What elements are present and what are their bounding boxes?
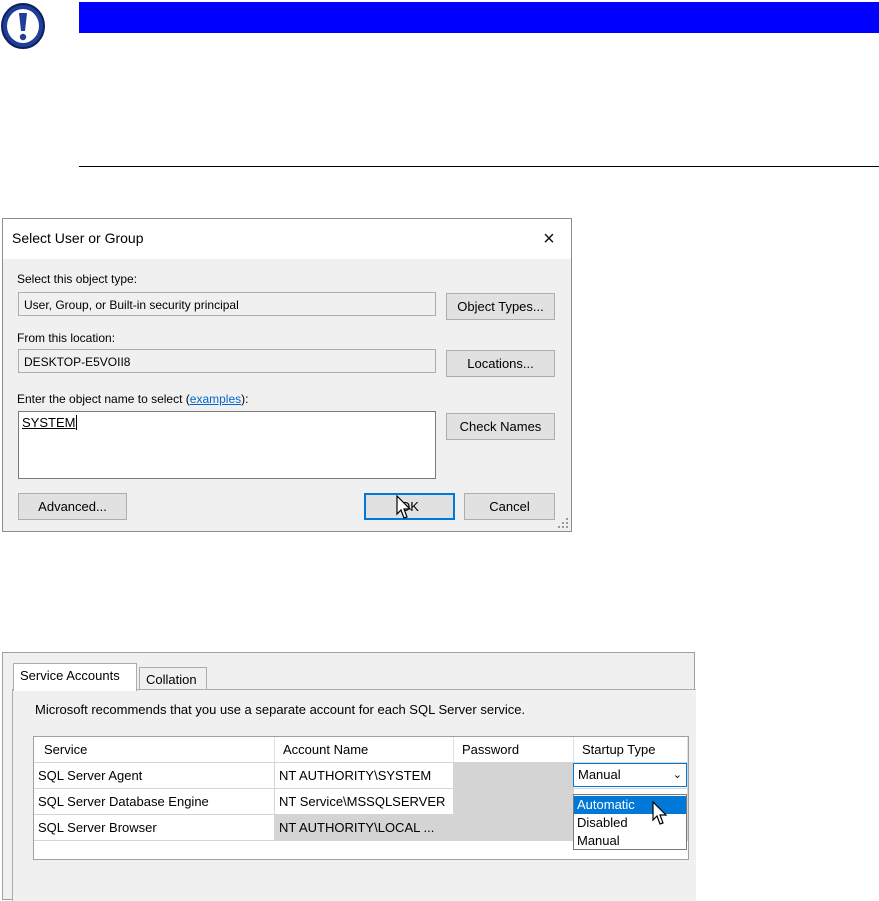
- startup-type-selected: Manual: [578, 767, 621, 782]
- object-name-label: Enter the object name to select (example…: [17, 392, 248, 406]
- service-cell: SQL Server Agent: [34, 763, 275, 789]
- password-cell: [454, 789, 574, 815]
- resize-grip-icon[interactable]: [557, 517, 569, 529]
- option-automatic[interactable]: Automatic: [574, 796, 686, 814]
- tab-collation[interactable]: Collation: [139, 667, 207, 691]
- location-label: From this location:: [17, 331, 116, 345]
- option-disabled[interactable]: Disabled: [574, 814, 686, 832]
- account-name-cell[interactable]: NT AUTHORITY\SYSTEM: [275, 763, 454, 789]
- account-name-cell[interactable]: NT AUTHORITY\LOCAL ...: [275, 815, 454, 841]
- notice-title-bar: [79, 2, 879, 33]
- close-icon[interactable]: ×: [533, 225, 565, 253]
- service-accounts-tab-panel: Microsoft recommends that you use a sepa…: [12, 689, 696, 901]
- check-names-button[interactable]: Check Names: [446, 413, 555, 440]
- object-name-input[interactable]: SYSTEM: [18, 411, 436, 479]
- examples-link[interactable]: examples: [190, 392, 241, 406]
- server-configuration-panel: Service Accounts Collation Microsoft rec…: [2, 652, 696, 901]
- column-header-password[interactable]: Password: [454, 737, 574, 763]
- notice-divider: [79, 166, 879, 167]
- location-field: DESKTOP-E5VOII8: [18, 349, 436, 373]
- service-cell: SQL Server Database Engine: [34, 789, 275, 815]
- column-header-account-name[interactable]: Account Name: [275, 737, 454, 763]
- advanced-button[interactable]: Advanced...: [18, 493, 127, 520]
- service-cell: SQL Server Browser: [34, 815, 275, 841]
- dialog-title: Select User or Group: [12, 230, 144, 246]
- locations-button[interactable]: Locations...: [446, 350, 555, 377]
- grid-header-row: Service Account Name Password Startup Ty…: [34, 737, 688, 763]
- cancel-button[interactable]: Cancel: [464, 493, 555, 520]
- column-header-startup-type[interactable]: Startup Type: [574, 737, 688, 763]
- dialog-titlebar: Select User or Group ×: [3, 219, 571, 259]
- mouse-cursor-icon: [396, 495, 412, 519]
- object-type-field: User, Group, or Built-in security princi…: [18, 292, 436, 316]
- object-name-value: SYSTEM: [22, 415, 78, 430]
- recommendation-text: Microsoft recommends that you use a sepa…: [35, 702, 526, 717]
- password-cell: [454, 815, 574, 841]
- object-types-button[interactable]: Object Types...: [446, 293, 555, 320]
- mouse-cursor-icon: [652, 801, 668, 825]
- object-type-label: Select this object type:: [17, 272, 138, 286]
- exclamation-icon: [1, 3, 45, 49]
- startup-type-dropdown[interactable]: Manual ⌄: [573, 763, 687, 787]
- column-header-service[interactable]: Service: [34, 737, 275, 763]
- tab-service-accounts[interactable]: Service Accounts: [13, 663, 137, 691]
- password-cell: [454, 763, 574, 789]
- select-user-or-group-dialog: Select User or Group × Select this objec…: [2, 218, 572, 532]
- option-manual[interactable]: Manual: [574, 832, 686, 850]
- object-name-label-prefix: Enter the object name to select (: [17, 392, 190, 406]
- chevron-down-icon[interactable]: ⌄: [673, 764, 682, 786]
- object-name-label-suffix: ):: [241, 392, 249, 406]
- account-name-cell[interactable]: NT Service\MSSQLSERVER: [275, 789, 454, 815]
- startup-type-options: Automatic Disabled Manual: [573, 794, 687, 850]
